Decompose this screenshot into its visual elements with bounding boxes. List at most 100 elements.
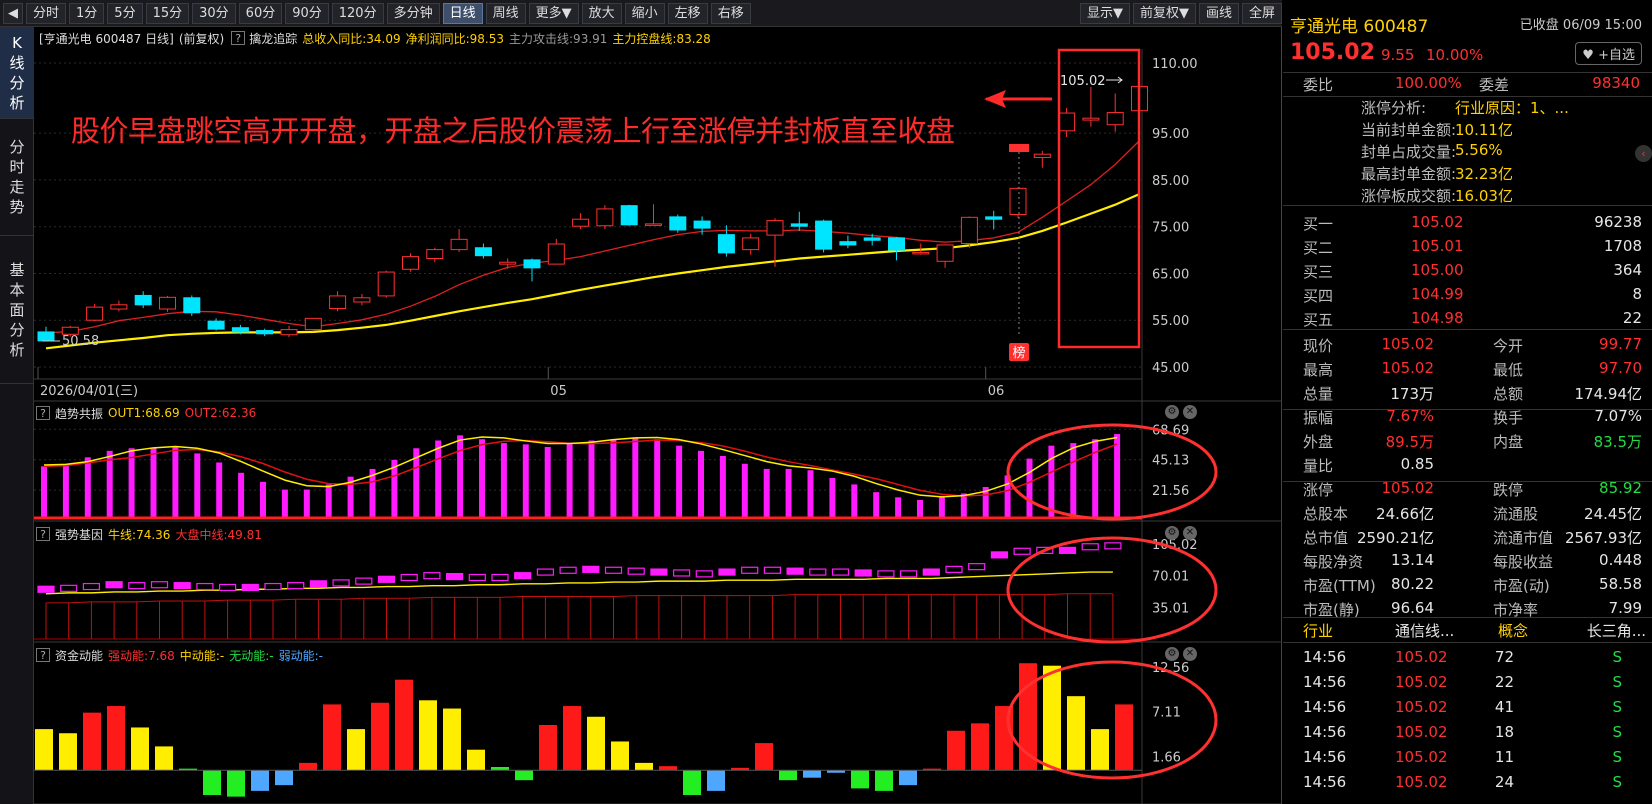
gene-box — [287, 582, 305, 590]
nav-tab-char: 基 — [9, 260, 25, 279]
period-button-0[interactable]: 分时 — [26, 2, 67, 24]
fund-bar — [683, 770, 701, 795]
trend-bar — [1070, 443, 1077, 518]
period-button-13[interactable]: 缩小 — [624, 2, 665, 24]
period-button-1[interactable]: 1分 — [69, 2, 105, 24]
bid-price: 104.99 — [1411, 285, 1464, 303]
stat-value: 174.94亿 — [1574, 385, 1643, 403]
period-button-6[interactable]: 90分 — [285, 2, 329, 24]
nav-tab-char: 势 — [9, 198, 25, 216]
candle-body — [936, 244, 954, 262]
bid-volume: 22 — [1622, 309, 1642, 327]
nav-tab-1[interactable]: 分时走势 — [0, 119, 34, 236]
stat-value: 13.14 — [1391, 551, 1434, 569]
gene-box — [196, 582, 214, 591]
period-button-11[interactable]: 更多▼ — [528, 2, 579, 24]
trend-bar — [84, 457, 91, 518]
bid-row: 买一 105.02 96238 — [1283, 211, 1652, 235]
trend-bar — [719, 456, 726, 518]
fund-bar — [1067, 696, 1085, 771]
help-icon[interactable]: ? — [36, 648, 50, 662]
industry-value[interactable]: 通信线... — [1395, 620, 1454, 641]
help-icon[interactable]: ? — [36, 527, 50, 541]
left-nav: K线分析分时走势基本面分析 — [0, 27, 34, 804]
trend-bar — [632, 437, 639, 518]
period-button-10[interactable]: 周线 — [485, 2, 526, 24]
candle-body — [499, 261, 517, 265]
toolbar-right-button-3[interactable]: 全屏 — [1241, 2, 1282, 24]
gear-icon[interactable]: ⚙ — [1165, 405, 1179, 419]
add-watchlist-label: +自选 — [1598, 48, 1635, 63]
toolbar-right-button-0[interactable]: 显示▼ — [1079, 2, 1130, 24]
panel-name: 强势基因 — [55, 527, 104, 542]
tick-time: 14:56 — [1303, 723, 1347, 741]
series-name: 弱动能 — [278, 648, 315, 663]
candle-body — [183, 297, 201, 314]
period-button-3[interactable]: 15分 — [145, 2, 190, 24]
period-button-8[interactable]: 多分钟 — [386, 2, 440, 24]
toolbar-right-button-2[interactable]: 画线 — [1198, 2, 1239, 24]
stat-label: 现价 — [1303, 337, 1334, 355]
close-icon[interactable]: ✕ — [1183, 405, 1197, 419]
y-tick-label: 55.00 — [1152, 314, 1189, 329]
tick-side: S — [1612, 648, 1622, 666]
nav-tab-char: 析 — [9, 93, 25, 112]
period-button-12[interactable]: 放大 — [581, 2, 622, 24]
marker-tag — [1009, 144, 1029, 152]
weicha-value: 98340 — [1592, 74, 1640, 92]
gene-box — [1104, 542, 1122, 550]
add-watchlist-button[interactable]: ♥ +自选 — [1575, 42, 1642, 65]
series-label: 弱动能:- — [278, 648, 324, 663]
gene-box — [377, 575, 396, 583]
period-button-9[interactable]: 日线 — [442, 2, 483, 24]
stat-label: 流通市值 — [1493, 529, 1554, 547]
tick-side: S — [1612, 723, 1622, 741]
collapse-sidebar-button[interactable]: ◀ — [3, 2, 23, 24]
tick-side: S — [1612, 748, 1622, 766]
limit-analysis-row: 当前封单金额: 10.11亿 — [1283, 117, 1652, 139]
concept-label[interactable]: 概念 — [1498, 620, 1528, 641]
period-button-5[interactable]: 60分 — [238, 2, 283, 24]
gene-box — [128, 582, 146, 590]
candle-body — [815, 220, 833, 250]
trend-bar — [588, 440, 595, 518]
panel-controls: ⚙ ✕ — [1165, 526, 1197, 540]
limit-analysis-value: 10.11亿 — [1455, 121, 1513, 139]
industry-label[interactable]: 行业 — [1303, 620, 1333, 641]
limit-analysis-label: 封单占成交量: — [1361, 143, 1457, 161]
gene-box — [786, 567, 804, 575]
candle-body — [256, 330, 274, 335]
x-tick-label: 05 — [550, 384, 567, 399]
close-icon[interactable]: ✕ — [1183, 526, 1197, 540]
help-icon[interactable]: ? — [36, 406, 50, 420]
gene-box — [446, 572, 464, 581]
stat-label: 今开 — [1493, 337, 1524, 355]
nav-tab-2[interactable]: 基本面分析 — [0, 236, 34, 384]
period-button-15[interactable]: 右移 — [710, 2, 751, 24]
period-button-4[interactable]: 30分 — [192, 2, 236, 24]
gene-box — [559, 566, 577, 574]
stat-value: 7.99 — [1608, 599, 1642, 617]
fund-bar — [803, 770, 821, 778]
bid-row: 买四 104.99 8 — [1283, 283, 1652, 307]
candle-body — [693, 220, 711, 229]
bid-price: 105.01 — [1411, 237, 1464, 255]
series-label: OUT1:68.69 — [108, 406, 180, 420]
period-button-2[interactable]: 5分 — [107, 2, 143, 24]
stat-value: 24.66亿 — [1376, 505, 1434, 523]
toolbar-right-button-1[interactable]: 前复权▼ — [1132, 2, 1196, 24]
nav-tab-0[interactable]: K线分析 — [0, 27, 34, 119]
period-button-7[interactable]: 120分 — [331, 2, 384, 24]
trend-bar — [216, 462, 223, 518]
limit-analysis-value: 行业原因：1、... — [1455, 99, 1569, 117]
gear-icon[interactable]: ⚙ — [1165, 647, 1179, 661]
concept-value[interactable]: 长三角... — [1587, 620, 1646, 641]
period-button-14[interactable]: 左移 — [667, 2, 708, 24]
fund-bar — [899, 770, 917, 786]
gene-box — [219, 583, 237, 592]
tick-row: 14:56 105.02 11 S — [1283, 746, 1652, 770]
series-value: 68.69 — [145, 406, 180, 420]
close-icon[interactable]: ✕ — [1183, 647, 1197, 661]
limit-analysis-value: 5.56% — [1455, 141, 1503, 159]
gear-icon[interactable]: ⚙ — [1165, 526, 1179, 540]
